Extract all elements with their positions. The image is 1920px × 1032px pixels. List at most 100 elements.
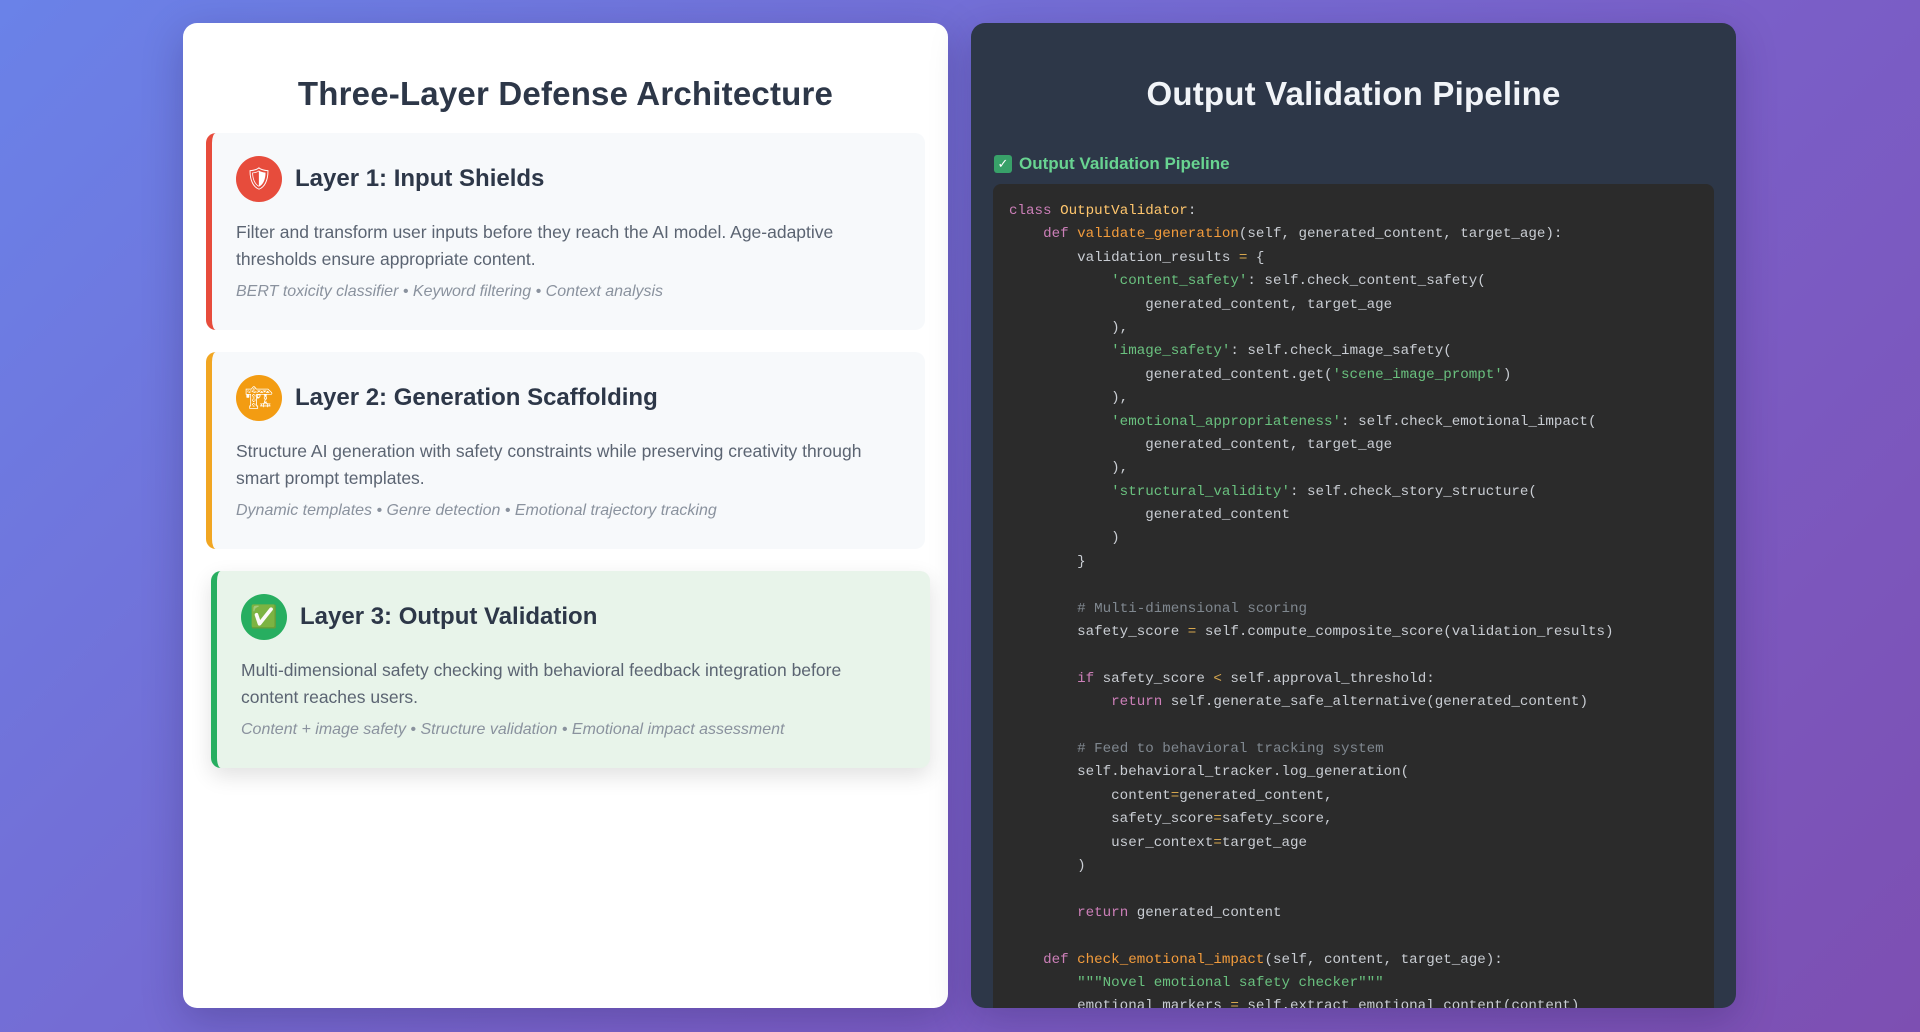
code-token: # Feed to behavioral tracking system bbox=[1077, 740, 1384, 757]
code-label: ✓ Output Validation Pipeline bbox=[994, 154, 1230, 174]
code-token: ) bbox=[1009, 530, 1120, 547]
code-token: = bbox=[1213, 834, 1222, 851]
code-token: } bbox=[1009, 553, 1086, 570]
code-line: return generated_content bbox=[1009, 902, 1698, 925]
code-line: validation_results = { bbox=[1009, 247, 1698, 270]
layer-card-generation-scaffolding: 🏗 Layer 2: Generation Scaffolding Struct… bbox=[206, 352, 925, 549]
code-line: ) bbox=[1009, 527, 1698, 550]
code-line: class OutputValidator: bbox=[1009, 200, 1698, 223]
code-token: generated_content, target_age bbox=[1009, 436, 1393, 453]
code-token: safety_score bbox=[1009, 624, 1188, 641]
code-line: ), bbox=[1009, 457, 1698, 480]
code-token: self.behavioral_tracker.log_generation( bbox=[1009, 764, 1410, 781]
check-mark-icon: ✅ bbox=[241, 594, 287, 640]
code-token: self.compute_composite_score(validation_… bbox=[1196, 624, 1614, 641]
code-line: safety_score = self.compute_composite_sc… bbox=[1009, 621, 1698, 644]
code-line: def validate_generation(self, generated_… bbox=[1009, 223, 1698, 246]
layer-title: Layer 3: Output Validation bbox=[300, 603, 598, 630]
code-token: safety_score bbox=[1009, 811, 1214, 828]
code-token: generated_content, target_age bbox=[1009, 296, 1393, 313]
code-label-text: Output Validation Pipeline bbox=[1019, 154, 1230, 173]
code-line: generated_content bbox=[1009, 504, 1698, 527]
code-line: 'emotional_appropriateness': self.check_… bbox=[1009, 411, 1698, 434]
code-token: 'emotional_appropriateness' bbox=[1111, 413, 1342, 430]
code-token: : self.check_content_safety( bbox=[1247, 273, 1486, 290]
code-token: generated_content, bbox=[1179, 787, 1333, 804]
code-token: emotional_markers bbox=[1009, 998, 1231, 1008]
check-mark-icon: ✓ bbox=[994, 155, 1012, 173]
code-line: self.behavioral_tracker.log_generation( bbox=[1009, 761, 1698, 784]
code-line: 'image_safety': self.check_image_safety( bbox=[1009, 340, 1698, 363]
code-line: 'structural_validity': self.check_story_… bbox=[1009, 481, 1698, 504]
code-token: : bbox=[1187, 203, 1197, 219]
code-token: def bbox=[1043, 951, 1078, 968]
layer-title: Layer 1: Input Shields bbox=[295, 165, 545, 192]
code-token: class bbox=[1009, 203, 1061, 219]
code-line: if safety_score < self.approval_threshol… bbox=[1009, 668, 1698, 691]
code-token: # Multi-dimensional scoring bbox=[1077, 600, 1307, 617]
layer-card-output-validation[interactable]: ✅ Layer 3: Output Validation Multi-dimen… bbox=[211, 571, 930, 768]
code-token: """Novel emotional safety checker""" bbox=[1077, 974, 1384, 991]
code-token: = bbox=[1170, 787, 1180, 804]
code-token: (self, content, target_age): bbox=[1264, 951, 1503, 968]
code-line: ), bbox=[1009, 317, 1698, 340]
code-block[interactable]: class OutputValidator: def validate_gene… bbox=[993, 184, 1714, 1008]
code-token: < bbox=[1213, 670, 1222, 687]
code-line: emotional_markers = self.extract_emotion… bbox=[1009, 995, 1698, 1008]
layer-tags: Content + image safety • Structure valid… bbox=[241, 721, 785, 738]
code-line: generated_content, target_age bbox=[1009, 434, 1698, 457]
code-line: 'content_safety': self.check_content_saf… bbox=[1009, 270, 1698, 293]
code-token: 'content_safety' bbox=[1111, 273, 1248, 290]
code-token: ), bbox=[1009, 460, 1129, 477]
code-line: ), bbox=[1009, 387, 1698, 410]
code-token: = bbox=[1230, 998, 1239, 1008]
code-token: safety_score, bbox=[1221, 811, 1333, 828]
layer-header: ✅ Layer 3: Output Validation bbox=[241, 593, 900, 641]
code-line: def check_emotional_impact(self, content… bbox=[1009, 949, 1698, 972]
validation-pipeline-panel: Output Validation Pipeline ✓ Output Vali… bbox=[971, 23, 1736, 1008]
layer-header: 🛡 Layer 1: Input Shields bbox=[236, 155, 895, 203]
layer-tags: Dynamic templates • Genre detection • Em… bbox=[236, 502, 717, 519]
layer-card-input-shields: 🛡 Layer 1: Input Shields Filter and tran… bbox=[206, 133, 925, 330]
code-token: 'image_safety' bbox=[1111, 343, 1231, 360]
code-token: generated_content bbox=[1128, 904, 1282, 921]
code-token: return bbox=[1111, 694, 1163, 711]
shield-icon: 🛡 bbox=[236, 156, 282, 202]
code-line: generated_content, target_age bbox=[1009, 294, 1698, 317]
code-token: target_age bbox=[1221, 834, 1307, 851]
panel-title: Three-Layer Defense Architecture bbox=[297, 75, 834, 112]
code-token: self.generate_safe_alternative(generated… bbox=[1162, 694, 1588, 711]
code-token: self.approval_threshold: bbox=[1221, 670, 1435, 687]
code-token: : self.check_story_structure( bbox=[1289, 483, 1537, 500]
panel-title: Output Validation Pipeline bbox=[1146, 75, 1561, 112]
layer-header: 🏗 Layer 2: Generation Scaffolding bbox=[236, 374, 895, 422]
code-token: OutputValidator bbox=[1060, 203, 1188, 219]
code-line: ) bbox=[1009, 855, 1698, 878]
code-token: validate_generation bbox=[1077, 226, 1239, 243]
layer-tags: BERT toxicity classifier • Keyword filte… bbox=[236, 283, 664, 300]
code-token: ), bbox=[1009, 319, 1129, 336]
code-token: ) bbox=[1009, 857, 1086, 874]
code-line: user_context=target_age bbox=[1009, 832, 1698, 855]
code-token: : self.check_image_safety( bbox=[1230, 343, 1452, 360]
code-line: """Novel emotional safety checker""" bbox=[1009, 972, 1698, 995]
construction-crane-icon: 🏗 bbox=[236, 375, 282, 421]
layer-description: Structure AI generation with safety cons… bbox=[236, 441, 862, 488]
code-token: generated_content bbox=[1009, 507, 1290, 524]
code-line: # Feed to behavioral tracking system bbox=[1009, 738, 1698, 761]
